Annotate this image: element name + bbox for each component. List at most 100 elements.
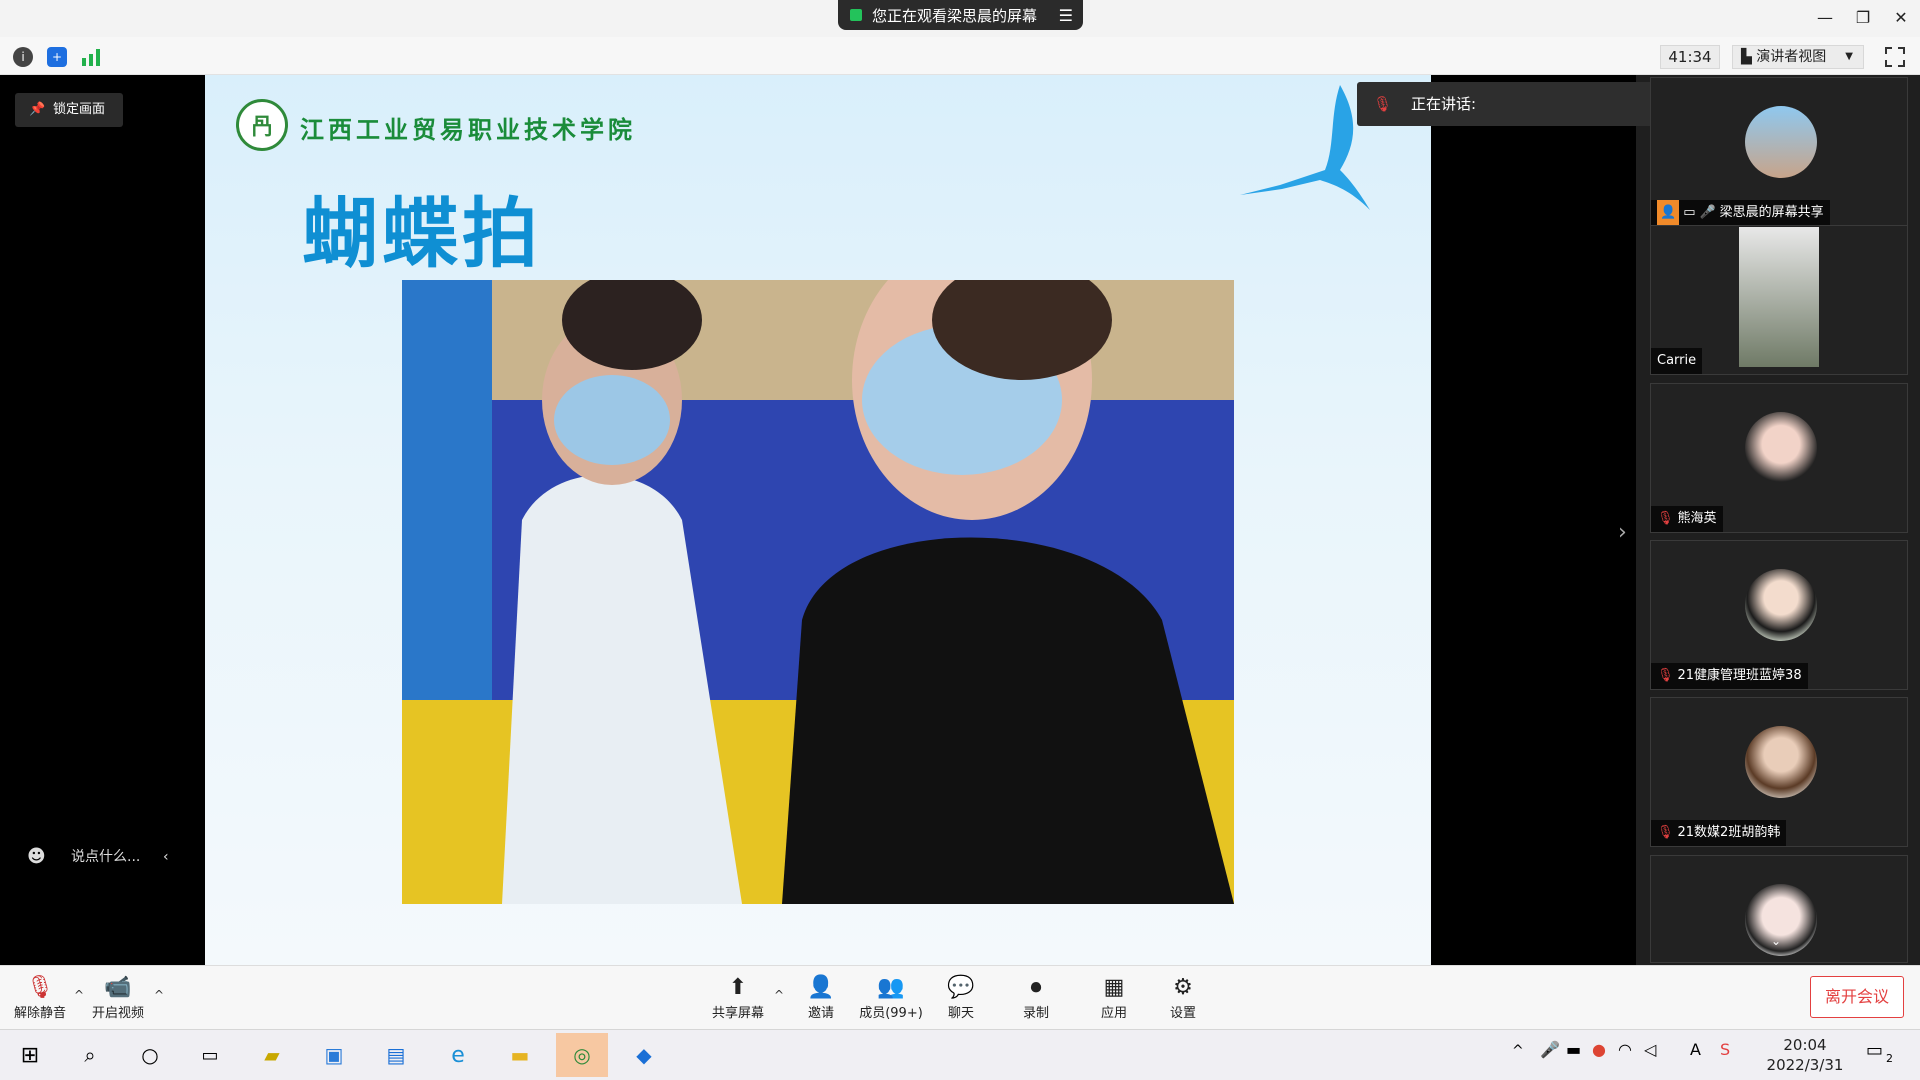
mic-muted-icon: 🎙: [1657, 668, 1674, 683]
participant-name: 熊海英: [1677, 511, 1717, 526]
restore-button[interactable]: ❐: [1848, 6, 1878, 30]
pin-icon: 📌: [29, 102, 46, 117]
edge-browser-icon[interactable]: e: [432, 1033, 484, 1077]
mic-muted-icon: 🎙: [1373, 95, 1393, 113]
apps-grid-icon: ▦: [1103, 974, 1125, 1000]
security-app-icon[interactable]: ●: [1592, 1040, 1606, 1059]
invite-button[interactable]: 👤 邀请: [781, 972, 861, 1028]
chat-quick-input[interactable]: ☻ 说点什么... ‹: [15, 840, 185, 874]
video-editor-icon[interactable]: ▣: [308, 1033, 360, 1077]
scroll-down-icon[interactable]: ⌄: [1771, 934, 1781, 948]
speaking-indicator: 🎙 正在讲话:: [1357, 82, 1661, 126]
members-label: 成员(99+): [859, 1006, 923, 1021]
members-icon: 👥: [877, 974, 905, 1000]
task-view-icon[interactable]: ▭: [184, 1033, 236, 1077]
notification-count: 2: [1886, 1052, 1893, 1065]
participant-tile[interactable]: 🎙 熊海英: [1650, 383, 1908, 533]
minimize-button[interactable]: —: [1810, 6, 1840, 30]
meeting-timer: 41:34: [1660, 45, 1720, 69]
clock-date: 2022/3/31: [1766, 1056, 1844, 1074]
college-app-icon[interactable]: ◎: [556, 1033, 608, 1077]
chevron-left-icon[interactable]: ‹: [163, 840, 169, 874]
system-clock[interactable]: 20:04 2022/3/31: [1760, 1033, 1850, 1077]
menu-icon[interactable]: ☰: [1059, 6, 1073, 25]
invite-user-icon: 👤: [807, 974, 835, 1000]
mic-icon[interactable]: 🎤: [1540, 1040, 1560, 1059]
invite-label: 邀请: [807, 1006, 834, 1021]
tencent-meeting-icon[interactable]: ◆: [618, 1033, 670, 1077]
clock-time: 20:04: [1783, 1036, 1827, 1054]
participant-name: 梁思晨的屏幕共享: [1719, 205, 1824, 220]
chevron-up-icon[interactable]: ^: [1512, 1043, 1524, 1059]
speaking-label: 正在讲话:: [1411, 95, 1477, 113]
view-mode-label: 演讲者视图: [1756, 49, 1827, 65]
avatar: [1745, 106, 1817, 178]
participant-name: Carrie: [1657, 353, 1697, 368]
close-button[interactable]: ✕: [1886, 6, 1916, 30]
start-video-button[interactable]: 📹 开启视频: [78, 972, 158, 1028]
mic-muted-icon: 🎙: [26, 974, 54, 1000]
wifi-icon[interactable]: ◠: [1618, 1040, 1632, 1059]
signal-bars-icon[interactable]: [81, 48, 101, 66]
participant-tile[interactable]: Carrie: [1650, 225, 1908, 375]
windows-start-icon[interactable]: ⊞: [4, 1033, 56, 1077]
slide-photo: [402, 280, 1234, 904]
fullscreen-icon[interactable]: [1884, 46, 1906, 68]
settings-label: 设置: [1169, 1006, 1196, 1021]
unmute-label: 解除静音: [13, 1006, 66, 1021]
members-button[interactable]: 👥 成员(99+): [851, 972, 931, 1028]
record-icon: ⏺: [1030, 974, 1042, 1000]
info-icon[interactable]: i: [13, 47, 33, 67]
notification-center-icon[interactable]: ▭ 2: [1866, 1040, 1900, 1070]
emoji-icon[interactable]: ☻: [27, 840, 46, 874]
leave-meeting-button[interactable]: 离开会议: [1810, 976, 1904, 1018]
share-screen-label: 共享屏幕: [711, 1006, 764, 1021]
video-off-icon: 📹: [104, 974, 132, 1000]
participant-tile[interactable]: 👤 ▭ 🎤 梁思晨的屏幕共享: [1650, 77, 1908, 227]
lock-screen-label: 锁定画面: [53, 102, 106, 117]
share-notice-text: 您正在观看梁思晨的屏幕: [872, 6, 1038, 25]
volume-icon[interactable]: ◁: [1644, 1040, 1656, 1059]
participant-name: 21数媒2班胡韵韩: [1677, 825, 1781, 840]
host-icon: 👤: [1657, 200, 1680, 226]
sticky-notes-icon[interactable]: ▰: [246, 1033, 298, 1077]
chat-button[interactable]: 💬 聊天: [921, 972, 1001, 1028]
cortana-icon[interactable]: ○: [124, 1033, 176, 1077]
participant-tile[interactable]: 🎙 21数媒2班胡韵韩: [1650, 697, 1908, 847]
participant-tile[interactable]: ⌄: [1650, 855, 1908, 963]
chevron-up-icon[interactable]: ^: [154, 988, 164, 1002]
search-icon[interactable]: ⌕: [64, 1033, 116, 1077]
unmute-button[interactable]: 🎙 解除静音: [0, 972, 80, 1028]
meeting-toolbar-top: [0, 37, 1920, 75]
view-mode-dropdown[interactable]: ▙ 演讲者视图 ▼: [1732, 45, 1864, 69]
file-explorer-icon[interactable]: ▬: [494, 1033, 546, 1077]
share-screen-button[interactable]: ⬆ 共享屏幕: [698, 972, 778, 1028]
participant-label: 🎙 21健康管理班蓝婷38: [1651, 663, 1808, 689]
participant-label: 👤 ▭ 🎤 梁思晨的屏幕共享: [1651, 200, 1830, 226]
chat-placeholder: 说点什么...: [71, 849, 141, 865]
store-icon[interactable]: ▤: [370, 1033, 422, 1077]
lock-screen-button[interactable]: 📌 锁定画面: [15, 93, 123, 127]
settings-button[interactable]: ⚙ 设置: [1143, 972, 1223, 1028]
chevron-down-icon: ▼: [1845, 51, 1853, 62]
share-indicator-icon: [850, 9, 862, 21]
input-method-icon[interactable]: A: [1690, 1040, 1701, 1059]
share-screen-icon: ⬆: [728, 974, 748, 1000]
avatar: [1745, 412, 1817, 484]
mic-muted-icon: 🎙: [1657, 825, 1674, 840]
college-logo: 冎: [236, 99, 288, 151]
participant-name: 21健康管理班蓝婷38: [1677, 668, 1802, 683]
record-button[interactable]: ⏺ 录制: [996, 972, 1076, 1028]
apps-button[interactable]: ▦ 应用: [1074, 972, 1154, 1028]
view-icon: ▙: [1741, 49, 1757, 65]
wps-icon[interactable]: S: [1720, 1040, 1730, 1059]
share-notice-pill[interactable]: 您正在观看梁思晨的屏幕 ☰: [838, 0, 1083, 30]
participant-label: Carrie: [1651, 348, 1703, 374]
battery-icon[interactable]: ▬: [1566, 1040, 1581, 1059]
slide-title: 蝴蝶拍: [302, 189, 542, 278]
security-shield-icon[interactable]: +: [47, 47, 67, 67]
participant-tile[interactable]: 🎙 21健康管理班蓝婷38: [1650, 540, 1908, 690]
apps-label: 应用: [1100, 1006, 1127, 1021]
chevron-right-icon[interactable]: ›: [1618, 520, 1627, 545]
mic-icon: 🎤: [1699, 205, 1716, 220]
